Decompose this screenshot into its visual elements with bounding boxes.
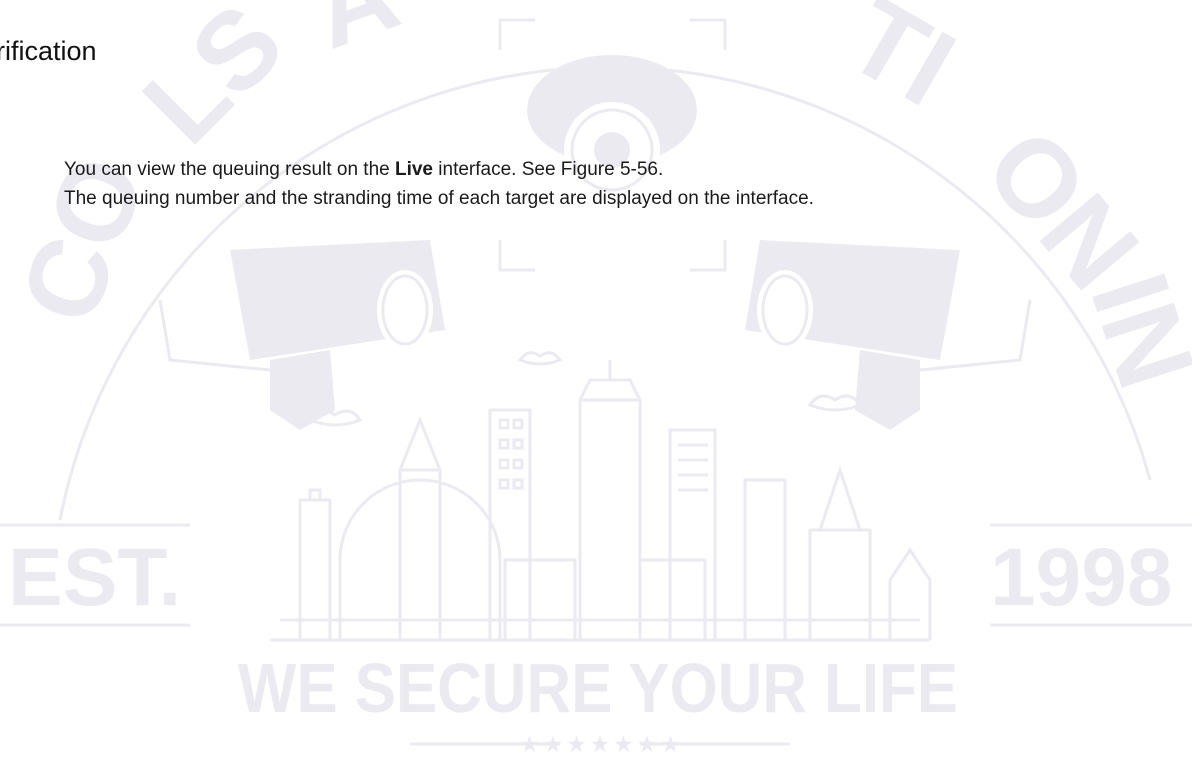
svg-text:LS: LS xyxy=(120,0,306,167)
section-heading: rification xyxy=(0,36,97,66)
watermark-est-text: EST. xyxy=(8,532,181,623)
watermark-stars: ★ ★ ★ ★ ★ ★ ★ xyxy=(521,734,680,756)
company-watermark: CO LS A TI ON IN EST. 1998 WE SECURE YOU… xyxy=(0,0,1192,756)
watermark-slogan: WE SECURE YOUR LIFE xyxy=(238,649,958,727)
paragraph-queuing-info: The queuing number and the stranding tim… xyxy=(64,188,814,209)
paragraph-live-result: You can view the queuing result on the L… xyxy=(64,159,663,181)
watermark-year-text: 1998 xyxy=(990,532,1172,623)
paragraph-text-end: interface. See Figure 5-56. xyxy=(433,159,664,180)
svg-text:A: A xyxy=(296,0,413,73)
live-keyword: Live xyxy=(394,159,434,180)
svg-text:TI: TI xyxy=(828,0,974,130)
paragraph-text-start: You can view the queuing result on the xyxy=(64,159,395,180)
